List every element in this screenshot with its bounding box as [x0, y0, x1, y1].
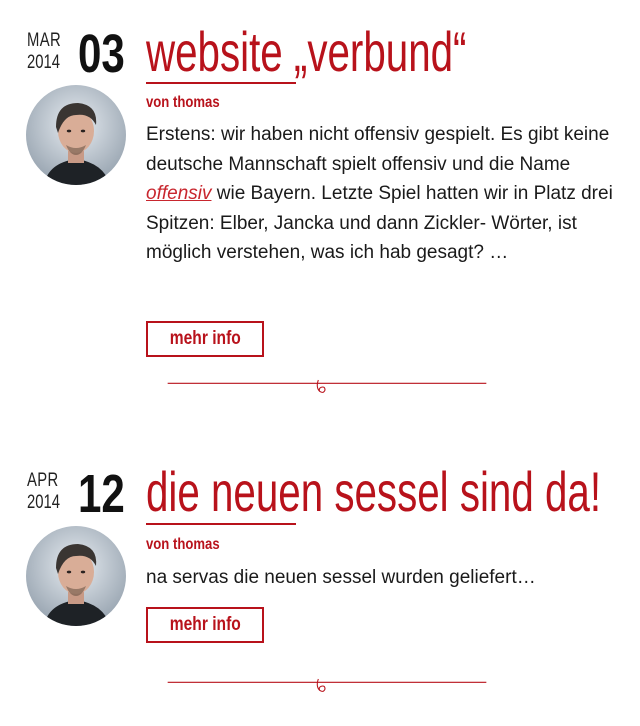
- avatar-image: [26, 85, 126, 185]
- post-title[interactable]: die neuen sessel sind da!: [146, 460, 601, 524]
- swirl-ornament-icon: [167, 379, 487, 393]
- post-excerpt: Erstens: wir haben nicht offensiv gespie…: [146, 120, 620, 268]
- post-day: 12: [78, 464, 125, 524]
- post-author[interactable]: von thomas: [146, 94, 220, 112]
- avatar-image: [26, 526, 126, 626]
- post-month: APR: [27, 470, 59, 491]
- post-day: 03: [78, 24, 125, 84]
- post-author[interactable]: von thomas: [146, 536, 220, 554]
- more-info-button[interactable]: mehr info: [146, 321, 264, 357]
- post-title[interactable]: website „verbund“: [146, 20, 466, 84]
- post-year: 2014: [27, 52, 60, 73]
- excerpt-link[interactable]: offensiv: [146, 183, 211, 204]
- swirl-ornament-icon: [167, 678, 487, 692]
- title-rule: [146, 523, 296, 525]
- post-excerpt: na servas die neuen sessel wurden gelief…: [146, 567, 536, 588]
- post-date: APR 2014: [27, 470, 60, 514]
- post-date: MAR 2014: [27, 30, 62, 74]
- more-info-label: mehr info: [169, 328, 241, 349]
- author-avatar: [26, 526, 126, 626]
- post-year: 2014: [27, 492, 60, 513]
- post-month: MAR: [27, 30, 62, 51]
- author-avatar: [26, 85, 126, 185]
- title-rule: [146, 82, 296, 84]
- excerpt-text: Erstens: wir haben nicht offensiv gespie…: [146, 124, 610, 175]
- more-info-button[interactable]: mehr info: [146, 607, 264, 643]
- excerpt-text-rest: wie Bayern. Letzte Spiel hatten wir in P…: [146, 183, 613, 263]
- more-info-label: mehr info: [169, 614, 241, 635]
